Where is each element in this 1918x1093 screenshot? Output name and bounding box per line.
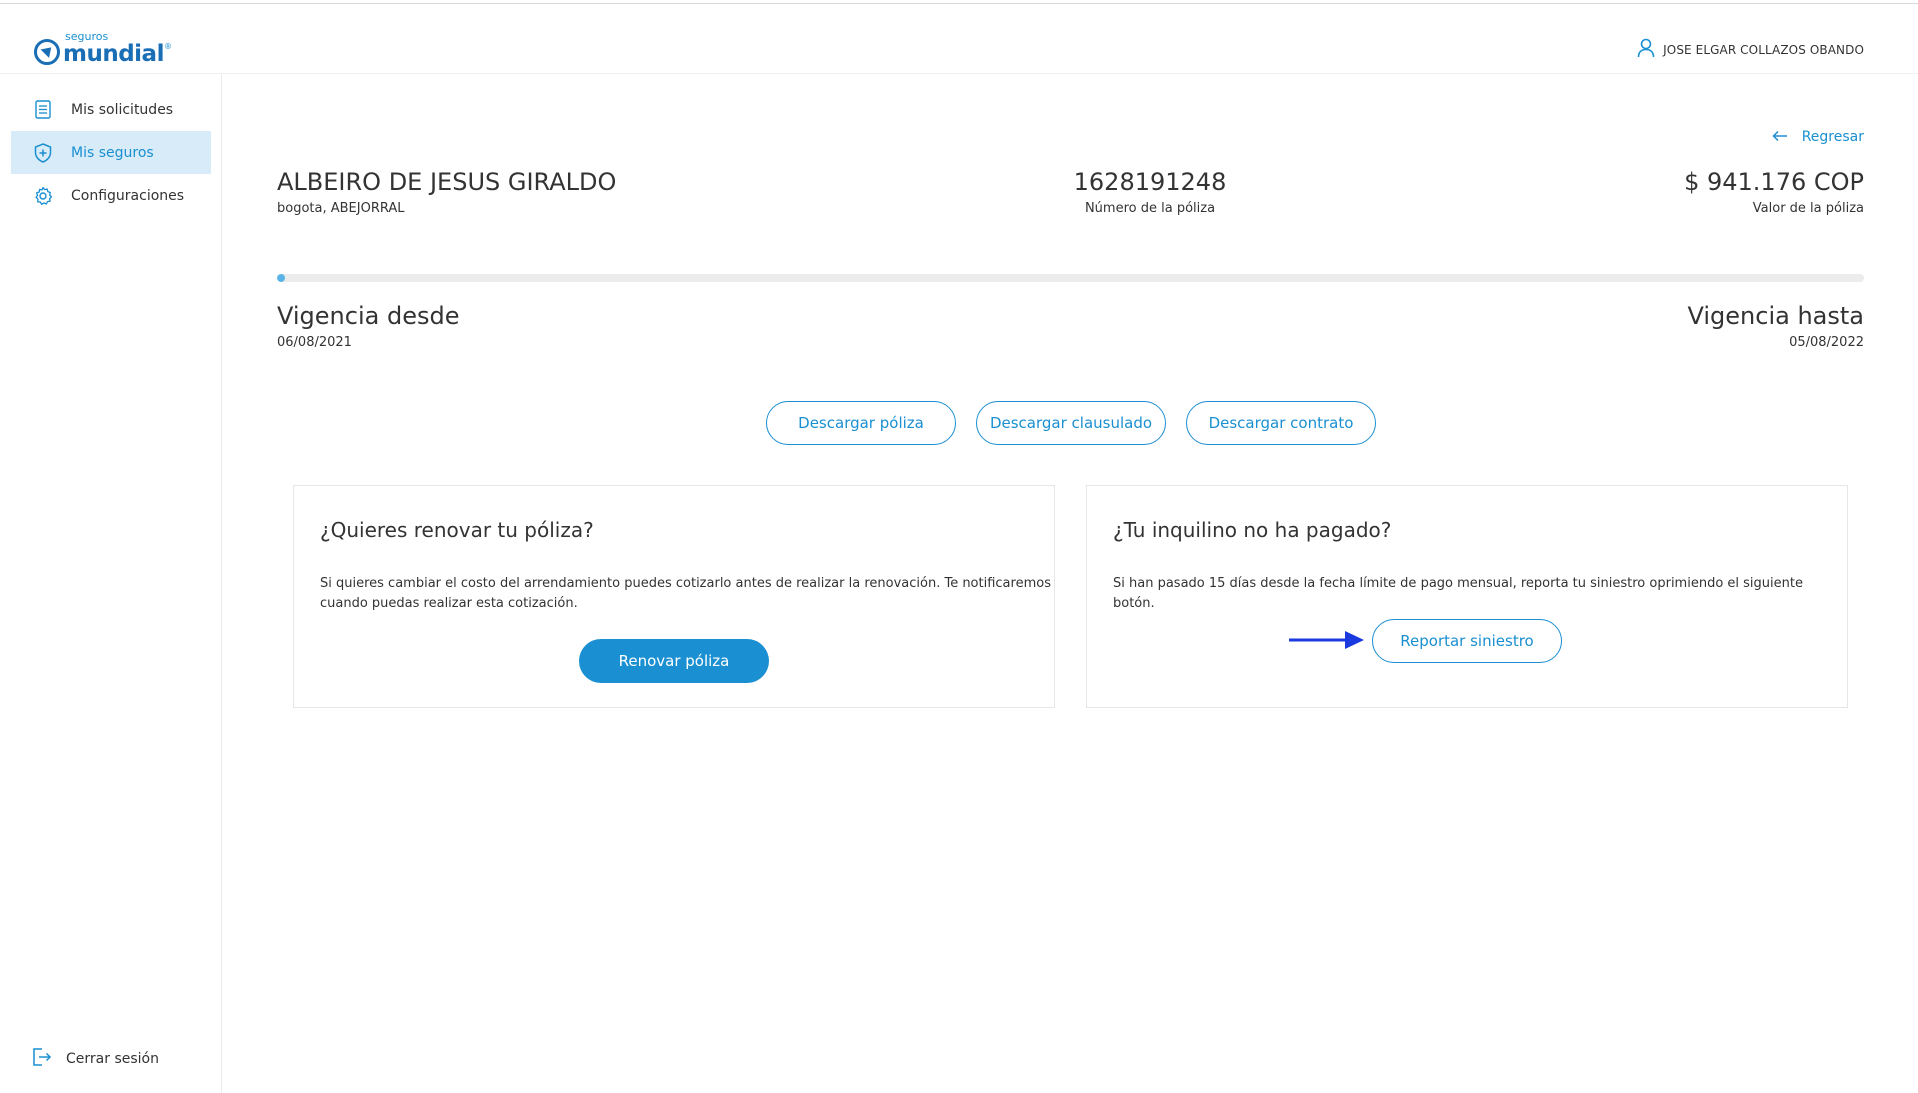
logout-label: Cerrar sesión bbox=[66, 1051, 159, 1067]
validity-from-date: 06/08/2021 bbox=[277, 335, 352, 350]
user-name: JOSE ELGAR COLLAZOS OBANDO bbox=[1663, 43, 1864, 57]
logout-icon bbox=[32, 1048, 52, 1070]
annotation-arrow-icon bbox=[1289, 631, 1364, 649]
download-policy-button[interactable]: Descargar póliza bbox=[766, 401, 956, 445]
claim-card-text: Si han pasado 15 días desde la fecha lím… bbox=[1113, 576, 1803, 611]
sidebar-item-label: Mis solicitudes bbox=[71, 101, 174, 118]
report-claim-card: ¿Tu inquilino no ha pagado? Si han pasad… bbox=[1086, 485, 1848, 708]
user-menu[interactable]: JOSE ELGAR COLLAZOS OBANDO bbox=[1637, 38, 1864, 62]
logo-reg-mark: ® bbox=[163, 42, 172, 51]
renew-card-title: ¿Quieres renovar tu póliza? bbox=[320, 518, 594, 542]
validity-from-title: Vigencia desde bbox=[277, 302, 460, 330]
renew-card-text-line: Si quieres cambiar el costo del arrendam… bbox=[320, 576, 1051, 591]
user-icon bbox=[1637, 38, 1655, 62]
back-label: Regresar bbox=[1801, 128, 1864, 145]
validity-to-date: 05/08/2022 bbox=[1789, 335, 1864, 350]
validity-to-title: Vigencia hasta bbox=[1687, 302, 1864, 330]
sidebar-item-mis-seguros[interactable]: Mis seguros bbox=[11, 131, 211, 174]
arrow-left-icon bbox=[1772, 127, 1788, 146]
logo-compass-icon bbox=[34, 39, 60, 65]
policy-value-label: Valor de la póliza bbox=[1752, 201, 1864, 216]
policy-value: $ 941.176 COP bbox=[1684, 168, 1864, 196]
brand-logo[interactable]: seguros mundial® bbox=[34, 30, 172, 67]
claim-card-title: ¿Tu inquilino no ha pagado? bbox=[1113, 518, 1392, 542]
report-claim-button[interactable]: Reportar siniestro bbox=[1372, 619, 1562, 663]
sidebar-item-label: Mis seguros bbox=[71, 144, 154, 161]
document-list-icon bbox=[33, 100, 53, 120]
logo-name-text: mundial bbox=[63, 41, 164, 67]
app-header: seguros mundial® JOSE ELGAR COLLAZOS OBA… bbox=[0, 4, 1918, 74]
sidebar-item-mis-solicitudes[interactable]: Mis solicitudes bbox=[11, 88, 211, 131]
validity-progress-fill bbox=[277, 274, 285, 282]
renew-policy-button[interactable]: Renovar póliza bbox=[579, 639, 769, 683]
renew-card-text: Si quieres cambiar el costo del arrendam… bbox=[320, 574, 1051, 614]
back-link[interactable]: Regresar bbox=[1772, 127, 1864, 146]
logout-button[interactable]: Cerrar sesión bbox=[32, 1048, 159, 1070]
shield-plus-icon bbox=[33, 142, 53, 163]
validity-progress-bar bbox=[277, 274, 1864, 282]
policy-number: 1628191248 bbox=[1073, 168, 1227, 196]
sidebar-item-label: Configuraciones bbox=[71, 187, 185, 204]
gear-icon bbox=[33, 186, 53, 206]
download-clauses-button[interactable]: Descargar clausulado bbox=[976, 401, 1166, 445]
policy-holder-location: bogota, ABEJORRAL bbox=[277, 201, 405, 216]
logo-small-text: seguros bbox=[65, 30, 109, 43]
download-contract-button[interactable]: Descargar contrato bbox=[1186, 401, 1376, 445]
policy-number-label: Número de la póliza bbox=[1084, 201, 1216, 216]
sidebar-item-configuraciones[interactable]: Configuraciones bbox=[11, 174, 211, 217]
renew-policy-card: ¿Quieres renovar tu póliza? Si quieres c… bbox=[293, 485, 1055, 708]
renew-card-text-line: cuando puedas realizar esta cotización. bbox=[320, 596, 578, 611]
policy-holder-name: ALBEIRO DE JESUS GIRALDO bbox=[277, 168, 617, 196]
sidebar: Mis solicitudes Mis seguros Configuracio… bbox=[0, 74, 222, 1093]
